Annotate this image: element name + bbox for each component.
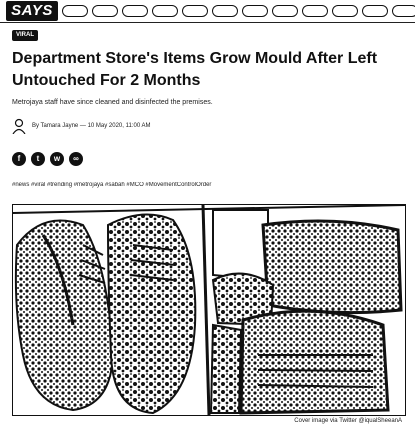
twitter-icon[interactable]: t [31,152,45,166]
nav-item[interactable] [122,5,148,17]
nav-item[interactable] [152,5,178,17]
author-avatar-icon[interactable] [12,118,26,134]
nav-item[interactable] [272,5,298,17]
says-logo[interactable]: SAYS [6,1,58,21]
nav-item[interactable] [92,5,118,17]
top-navigation-bar: SAYS [0,0,415,23]
image-credit: Cover image via Twitter @iqualSheeanA [294,418,402,424]
article-title: Department Store's Items Grow Mould Afte… [12,50,378,89]
nav-item[interactable] [362,5,388,17]
article-subtitle: Metrojaya staff have since cleaned and d… [12,99,213,106]
byline: By Tamara Jayne — 10 May 2020, 11:00 AM [12,118,151,134]
nav-item[interactable] [182,5,208,17]
link-icon[interactable]: ∞ [69,152,83,166]
byline-text: By Tamara Jayne — 10 May 2020, 11:00 AM [32,123,151,129]
whatsapp-icon[interactable]: w [50,152,64,166]
nav-item[interactable] [302,5,328,17]
hashtags[interactable]: #news #viral #trending #metrojaya #sabah… [12,182,407,188]
nav-item[interactable] [332,5,358,17]
cover-image [12,204,406,416]
mouldy-items-photo [13,205,405,415]
share-buttons: f t w ∞ [12,152,83,166]
category-tag[interactable]: VIRAL [12,30,38,41]
nav-menu [62,5,415,17]
nav-item[interactable] [242,5,268,17]
nav-item[interactable] [62,5,88,17]
nav-item[interactable] [392,5,415,17]
facebook-icon[interactable]: f [12,152,26,166]
nav-item[interactable] [212,5,238,17]
